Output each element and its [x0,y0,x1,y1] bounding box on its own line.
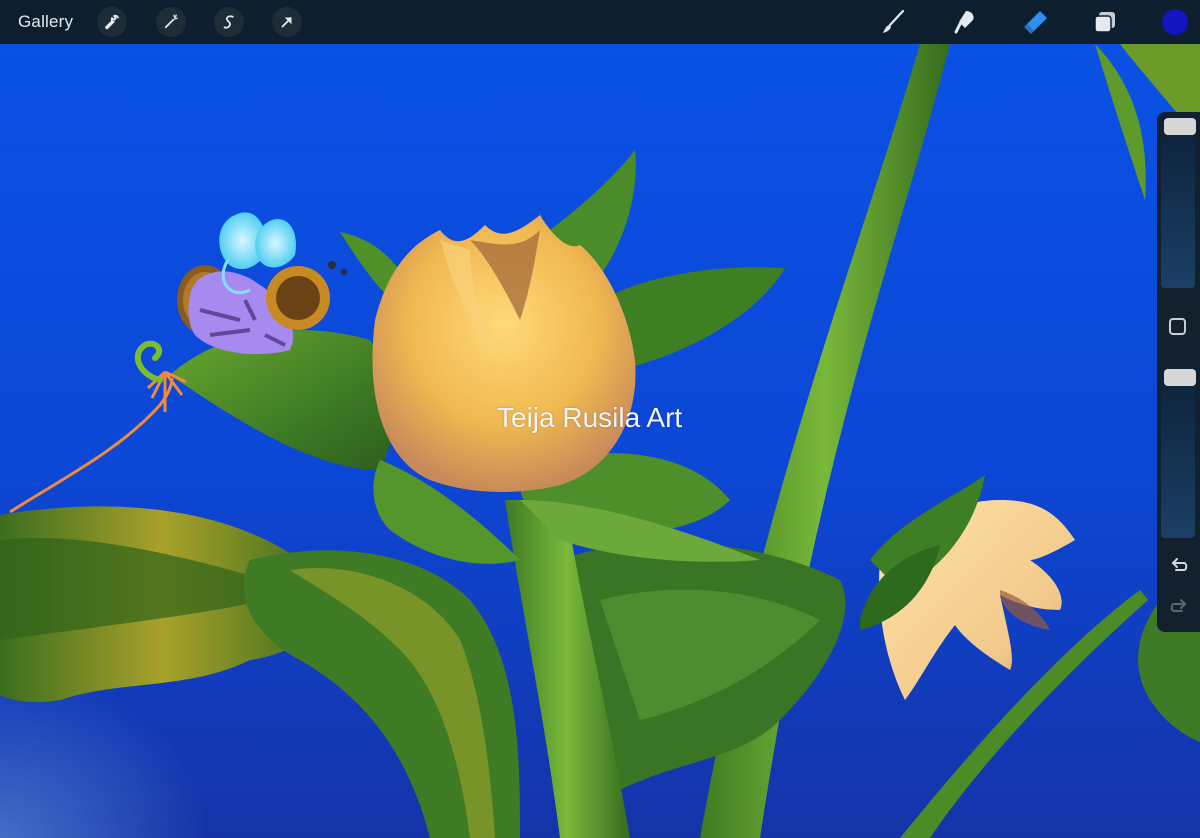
layers-icon [1094,12,1115,33]
selection-button[interactable] [214,7,244,37]
eraser-tool-button[interactable] [1020,7,1050,37]
modify-button[interactable] [1169,318,1186,335]
gallery-button[interactable]: Gallery [18,12,73,32]
brush-tool-button[interactable] [878,7,908,37]
eraser-icon [1024,11,1047,34]
transform-button[interactable] [272,7,302,37]
layers-button[interactable] [1090,7,1120,37]
smudge-tool-button[interactable] [950,7,980,37]
sidebar [1157,112,1200,632]
undo-arrow-icon[interactable] [1168,555,1190,577]
top-toolbar: Gallery [0,0,1200,44]
watermark-text: Teija Rusila Art [497,402,683,433]
opacity-slider[interactable] [1161,366,1196,538]
opacity-thumb[interactable] [1164,369,1196,386]
transform-arrow-icon [281,17,292,28]
adjustments-button[interactable] [156,7,186,37]
selection-icon [223,15,234,29]
actions-button[interactable] [97,7,127,37]
smudge-icon [954,11,974,34]
color-picker-button[interactable] [1162,9,1188,35]
brush-size-slider[interactable] [1161,116,1196,288]
wrench-icon [105,14,119,30]
redo-arrow-icon[interactable] [1168,596,1190,618]
magic-wand-icon [164,14,178,29]
brush-icon [883,9,905,33]
brush-size-thumb[interactable] [1164,118,1196,135]
